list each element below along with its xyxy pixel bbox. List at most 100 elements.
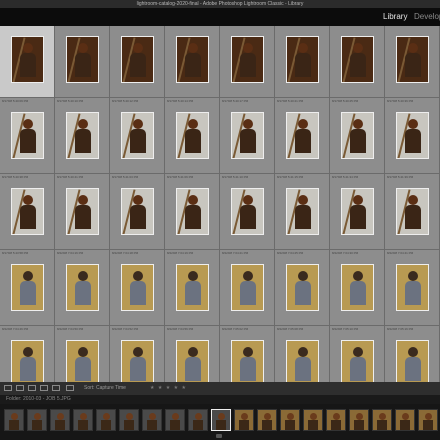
grid-cell[interactable]: 8/22/08 7:05:16 PM bbox=[385, 326, 440, 382]
photo-thumbnail[interactable] bbox=[176, 264, 209, 311]
grid-cell[interactable]: 8/22/08 7:04:16 PM bbox=[55, 250, 110, 326]
filmstrip-thumbnail[interactable] bbox=[257, 409, 277, 431]
filmstrip-thumbnail[interactable] bbox=[119, 409, 139, 431]
photo-thumbnail[interactable] bbox=[231, 188, 264, 235]
filmstrip-thumbnail[interactable] bbox=[165, 409, 185, 431]
photo-thumbnail[interactable] bbox=[341, 36, 374, 83]
filmstrip-thumbnail[interactable] bbox=[73, 409, 93, 431]
photo-thumbnail[interactable] bbox=[176, 112, 209, 159]
photo-thumbnail[interactable] bbox=[121, 36, 154, 83]
photo-thumbnail[interactable] bbox=[66, 188, 99, 235]
photo-thumbnail[interactable] bbox=[231, 340, 264, 382]
grid-cell[interactable]: 8/17/08 5:40:21 PM bbox=[275, 98, 330, 174]
grid-view-icon[interactable] bbox=[4, 385, 12, 391]
filmstrip-thumbnail[interactable] bbox=[418, 409, 438, 431]
grid-cell[interactable]: 8/22/08 7:04:46 PM bbox=[0, 326, 55, 382]
grid-cell[interactable]: 8/17/08 5:40:25 PM bbox=[330, 98, 385, 174]
grid-cell[interactable]: 8/17/08 5:40:36 PM bbox=[385, 98, 440, 174]
filmstrip-thumbnail[interactable] bbox=[395, 409, 415, 431]
photo-thumbnail[interactable] bbox=[11, 264, 44, 311]
filmstrip-thumbnail[interactable] bbox=[4, 409, 24, 431]
photo-thumbnail[interactable] bbox=[121, 112, 154, 159]
filmstrip-thumbnail[interactable] bbox=[27, 409, 47, 431]
filmstrip-thumbnail[interactable] bbox=[188, 409, 208, 431]
sort-value[interactable]: Capture Time bbox=[96, 385, 126, 391]
filmstrip-thumbnail[interactable] bbox=[96, 409, 116, 431]
photo-thumbnail[interactable] bbox=[396, 264, 429, 311]
photo-thumbnail[interactable] bbox=[286, 188, 319, 235]
grid-cell[interactable]: 8/22/08 7:05:02 PM bbox=[220, 326, 275, 382]
rating-stars[interactable]: ★ ★ ★ ★ ★ bbox=[150, 384, 187, 392]
photo-thumbnail[interactable] bbox=[231, 264, 264, 311]
photo-thumbnail[interactable] bbox=[341, 112, 374, 159]
filmstrip-thumbnail[interactable] bbox=[349, 409, 369, 431]
grid-cell[interactable]: 8/17/08 5:40:08 PM bbox=[385, 26, 440, 98]
grid-cell[interactable]: 8/17/08 5:38:58 PM bbox=[0, 26, 55, 98]
module-develop[interactable]: Develop bbox=[414, 11, 440, 23]
photo-thumbnail[interactable] bbox=[286, 340, 319, 382]
filmstrip-thumbnail[interactable] bbox=[142, 409, 162, 431]
grid-cell[interactable]: 8/22/08 7:04:18 PM bbox=[110, 250, 165, 326]
grid-cell[interactable]: 8/22/08 7:04:41 PM bbox=[385, 250, 440, 326]
grid-cell[interactable]: 8/17/08 5:41:03 PM bbox=[110, 174, 165, 250]
filmstrip-scrollbar[interactable] bbox=[216, 434, 222, 438]
grid-cell[interactable]: 8/17/08 5:39:08 PM bbox=[165, 26, 220, 98]
photo-thumbnail[interactable] bbox=[341, 188, 374, 235]
grid-cell[interactable]: 8/17/08 5:39:03 PM bbox=[55, 26, 110, 98]
filmstrip-thumbnail[interactable] bbox=[211, 409, 231, 431]
grid-cell[interactable]: 8/17/08 5:41:10 PM bbox=[220, 174, 275, 250]
filmstrip-thumbnail[interactable] bbox=[234, 409, 254, 431]
photo-thumbnail[interactable] bbox=[341, 264, 374, 311]
grid-cell[interactable]: 8/22/08 7:04:30 PM bbox=[330, 250, 385, 326]
module-library[interactable]: Library bbox=[383, 11, 407, 23]
compare-view-icon[interactable] bbox=[28, 385, 36, 391]
grid-cell[interactable]: 8/22/08 7:04:52 PM bbox=[110, 326, 165, 382]
photo-thumbnail[interactable] bbox=[231, 112, 264, 159]
filmstrip-thumbnail[interactable] bbox=[303, 409, 323, 431]
survey-view-icon[interactable] bbox=[40, 385, 48, 391]
photo-thumbnail[interactable] bbox=[66, 112, 99, 159]
grid-cell[interactable]: 8/17/08 5:40:41 PM bbox=[55, 174, 110, 250]
filmstrip-thumbnail[interactable] bbox=[280, 409, 300, 431]
grid-cell[interactable]: 8/17/08 5:39:14 PM bbox=[275, 26, 330, 98]
painter-icon[interactable] bbox=[66, 385, 74, 391]
grid-cell[interactable]: 8/17/08 5:40:14 PM bbox=[165, 98, 220, 174]
photo-thumbnail[interactable] bbox=[11, 188, 44, 235]
photo-thumbnail[interactable] bbox=[121, 188, 154, 235]
grid-cell[interactable]: 8/17/08 5:40:10 PM bbox=[55, 98, 110, 174]
photo-thumbnail[interactable] bbox=[121, 340, 154, 382]
sort-control[interactable]: Sort: Capture Time bbox=[84, 384, 126, 392]
grid-cell[interactable]: 8/22/08 7:04:21 PM bbox=[220, 250, 275, 326]
photo-thumbnail[interactable] bbox=[231, 36, 264, 83]
grid-cell[interactable]: 8/17/08 5:40:38 PM bbox=[0, 174, 55, 250]
photo-thumbnail[interactable] bbox=[176, 36, 209, 83]
grid-cell[interactable]: 8/22/08 7:04:25 PM bbox=[275, 250, 330, 326]
grid-cell[interactable]: 8/17/08 5:40:17 PM bbox=[220, 98, 275, 174]
filmstrip-thumbnail[interactable] bbox=[326, 409, 346, 431]
filmstrip-thumbnail[interactable] bbox=[372, 409, 392, 431]
photo-thumbnail[interactable] bbox=[66, 340, 99, 382]
grid-cell[interactable]: 8/22/08 7:04:56 PM bbox=[165, 326, 220, 382]
filmstrip-source[interactable]: Folder: 2010-03 - JOB 5.JPG bbox=[6, 396, 71, 403]
grid-cell[interactable]: 8/17/08 5:41:06 PM bbox=[165, 174, 220, 250]
grid-cell[interactable]: 8/17/08 5:41:39 PM bbox=[385, 174, 440, 250]
photo-thumbnail[interactable] bbox=[176, 340, 209, 382]
photo-thumbnail[interactable] bbox=[66, 264, 99, 311]
grid-cell[interactable]: 8/17/08 5:39:11 PM bbox=[220, 26, 275, 98]
grid-cell[interactable]: 8/22/08 7:05:08 PM bbox=[275, 326, 330, 382]
grid-cell[interactable]: 8/17/08 5:41:34 PM bbox=[330, 174, 385, 250]
photo-thumbnail[interactable] bbox=[176, 188, 209, 235]
photo-thumbnail[interactable] bbox=[341, 340, 374, 382]
photo-thumbnail[interactable] bbox=[11, 112, 44, 159]
photo-thumbnail[interactable] bbox=[286, 112, 319, 159]
grid-cell[interactable]: 8/17/08 5:39:05 PM bbox=[110, 26, 165, 98]
photo-thumbnail[interactable] bbox=[66, 36, 99, 83]
photo-thumbnail[interactable] bbox=[286, 264, 319, 311]
grid-cell[interactable]: 8/17/08 5:40:12 PM bbox=[110, 98, 165, 174]
photo-thumbnail[interactable] bbox=[396, 36, 429, 83]
photo-thumbnail[interactable] bbox=[396, 188, 429, 235]
grid-cell[interactable]: 8/17/08 5:40:09 PM bbox=[0, 98, 55, 174]
photo-thumbnail[interactable] bbox=[11, 340, 44, 382]
grid-cell[interactable]: 8/17/08 5:41:15 PM bbox=[275, 174, 330, 250]
loupe-view-icon[interactable] bbox=[16, 385, 24, 391]
